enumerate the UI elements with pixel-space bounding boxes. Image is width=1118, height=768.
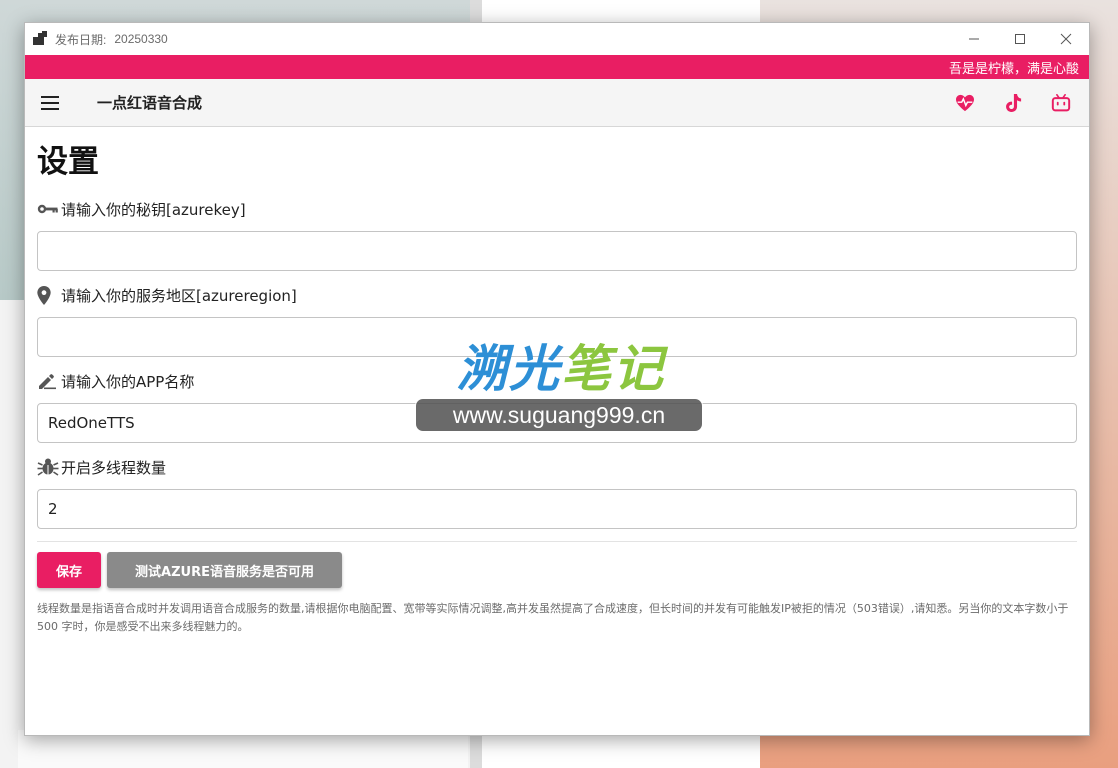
watermark-logo-green: 笔记: [561, 340, 665, 398]
watermark-logo: 溯光笔记: [457, 329, 665, 401]
app-window: 发布日期: 20250330 吾是是柠檬，满是心酸 一点红语音合成 设置 请输入…: [24, 22, 1090, 736]
title-bar[interactable]: 发布日期: 20250330: [25, 23, 1089, 55]
app-title: 一点红语音合成: [97, 94, 203, 112]
pencil-icon: [37, 370, 61, 392]
maximize-button[interactable]: [997, 23, 1043, 55]
appbar-actions: [949, 79, 1077, 127]
minimize-button[interactable]: [951, 23, 997, 55]
bilibili-icon: [1051, 94, 1071, 112]
tiktok-icon: [1006, 94, 1022, 112]
thread-count-input[interactable]: [37, 489, 1077, 529]
save-button[interactable]: 保存: [37, 552, 101, 588]
thread-help-text: 线程数量是指语音合成时并发调用语音合成服务的数量,请根据你电脑配置、宽带等实际情…: [37, 602, 1069, 633]
divider: [37, 541, 1077, 542]
tiktok-button[interactable]: [997, 87, 1029, 119]
marquee-banner: 吾是是柠檬，满是心酸: [25, 55, 1089, 79]
heartbeat-button[interactable]: [949, 87, 981, 119]
heartbeat-icon: [956, 94, 974, 112]
app-bar: 一点红语音合成: [25, 79, 1089, 127]
thread-count-label: 开启多线程数量: [37, 455, 1077, 479]
key-icon: [37, 198, 61, 220]
close-icon: [1060, 33, 1072, 45]
window-title-label: 发布日期:: [55, 32, 107, 47]
hamburger-menu-button[interactable]: [41, 90, 67, 116]
azurekey-input[interactable]: [37, 231, 1077, 271]
hamburger-menu-icon: [41, 95, 59, 98]
close-button[interactable]: [1043, 23, 1089, 55]
action-buttons: 保存 测试AZURE语音服务是否可用: [37, 552, 1077, 588]
watermark-logo-blue: 溯光: [457, 340, 561, 398]
test-azure-button[interactable]: 测试AZURE语音服务是否可用: [107, 552, 342, 588]
app-icon: [33, 31, 49, 47]
bug-icon: [37, 456, 61, 478]
minimize-icon: [969, 38, 979, 40]
location-pin-icon: [37, 284, 61, 306]
azureregion-label-text: 请输入你的服务地区[azureregion]: [61, 286, 297, 305]
marquee-text: 吾是是柠檬，满是心酸: [948, 61, 1079, 77]
thread-count-label-text: 开启多线程数量: [61, 458, 167, 477]
maximize-icon: [1015, 34, 1025, 44]
window-controls: [951, 23, 1089, 55]
azurekey-label-text: 请输入你的秘钥[azurekey]: [61, 200, 246, 219]
bilibili-button[interactable]: [1045, 87, 1077, 119]
app-name-label-text: 请输入你的APP名称: [61, 372, 195, 391]
azureregion-label: 请输入你的服务地区[azureregion]: [37, 283, 1077, 307]
window-title-date: 20250330: [114, 32, 168, 46]
page-title: 设置: [37, 144, 99, 180]
azurekey-label: 请输入你的秘钥[azurekey]: [37, 197, 1077, 221]
watermark-url: www.suguang999.cn: [415, 398, 703, 432]
